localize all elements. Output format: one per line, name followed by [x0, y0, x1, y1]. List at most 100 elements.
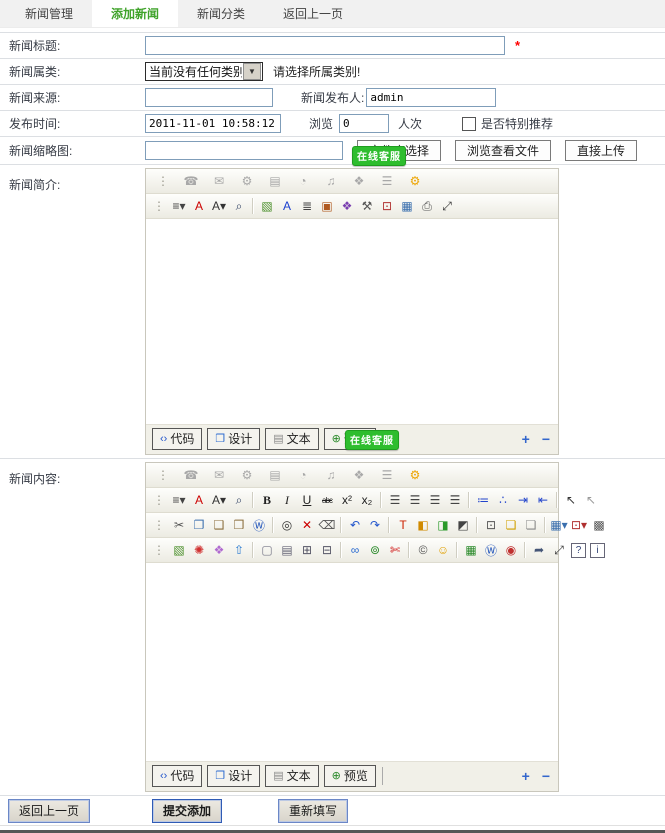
erase-icon[interactable]: ⌫ [317, 515, 337, 535]
tab-add-news[interactable]: 添加新闻 [92, 0, 178, 27]
publisher-input[interactable] [366, 88, 496, 107]
fill-color-icon[interactable]: ◧ [413, 515, 433, 535]
category-select[interactable]: 当前没有任何类别 ▼ [145, 62, 263, 81]
help-icon[interactable]: ? [571, 543, 586, 558]
edit-image-icon[interactable]: ▧ [257, 196, 277, 216]
cut-icon[interactable]: ✂ [169, 515, 189, 535]
unordered-list-icon[interactable]: ∴ [493, 490, 513, 510]
tab-news-manage[interactable]: 新闻管理 [6, 0, 92, 27]
news-title-input[interactable] [145, 36, 505, 55]
editor-tab-text[interactable]: ▤文本 [265, 765, 318, 787]
calendar-icon[interactable]: ⊞ [297, 540, 317, 560]
editor-tab-text[interactable]: ▤文本 [265, 428, 318, 450]
emoticon-icon[interactable]: ☺ [433, 540, 453, 560]
toolbar-grip[interactable]: ⋮ [149, 196, 169, 216]
toolbar-grip[interactable]: ⋮ [149, 490, 169, 510]
editor-tab-design[interactable]: ❐设计 [207, 765, 260, 787]
summary-editor-canvas[interactable] [146, 219, 558, 425]
paste-text-icon[interactable]: ❒ [229, 515, 249, 535]
toolbar-grip[interactable]: ⋮ [149, 540, 169, 560]
align-right-icon[interactable]: ☰ [425, 490, 445, 510]
toolbar-grip[interactable]: ⋮ [153, 171, 173, 191]
recommend-checkbox[interactable] [462, 117, 476, 131]
online-service-badge[interactable]: 在线客服 [352, 146, 406, 166]
panel-icon[interactable]: ▤ [265, 171, 285, 191]
select-cursor-icon[interactable]: ↖ [561, 490, 581, 510]
clock-icon[interactable]: ◔ [293, 465, 313, 485]
gauge-icon[interactable]: ◉ [501, 540, 521, 560]
phone-icon[interactable]: ☎ [181, 465, 201, 485]
expand-editor-icon[interactable]: + [522, 769, 530, 783]
thumbnail-input[interactable] [145, 141, 343, 160]
editor-tab-design[interactable]: ❐设计 [207, 428, 260, 450]
zoom-icon[interactable]: ⌕ [229, 196, 249, 216]
frame-select-icon[interactable]: ⊡ [481, 515, 501, 535]
tools-icon[interactable]: ⚒ [357, 196, 377, 216]
editor-tab-code[interactable]: ‹›代码 [152, 428, 202, 450]
justify-icon[interactable]: ☰ [445, 490, 465, 510]
submit-add-button[interactable]: 提交添加 [152, 799, 222, 823]
zoom-icon[interactable]: ⌕ [229, 490, 249, 510]
excel-import-icon[interactable]: ▦ [461, 540, 481, 560]
web-link-icon[interactable]: ∞ [345, 540, 365, 560]
node-diagram-icon[interactable]: ❖ [337, 196, 357, 216]
underline-icon[interactable]: U [297, 490, 317, 510]
editor-tab-code[interactable]: ‹›代码 [152, 765, 202, 787]
insert-template-icon[interactable]: ≣ [297, 196, 317, 216]
paste-word-icon[interactable]: Ⓦ [249, 515, 269, 535]
font-size-icon[interactable]: A▾ [209, 196, 229, 216]
bg-color-icon[interactable]: ◨ [433, 515, 453, 535]
subscript-icon[interactable]: x₂ [357, 490, 377, 510]
superscript-icon[interactable]: x² [337, 490, 357, 510]
copyright-icon[interactable]: © [413, 540, 433, 560]
editor-tab-preview[interactable]: ⊕预览 [324, 765, 376, 787]
paste-icon[interactable]: ❑ [209, 515, 229, 535]
dashed-box-icon[interactable]: ⊡ [377, 196, 397, 216]
browse-file-button[interactable]: 浏览查看文件 [455, 140, 551, 161]
bold-icon[interactable]: B [257, 490, 277, 510]
remove-link-icon[interactable]: ✄ [385, 540, 405, 560]
publish-time-input[interactable] [145, 114, 281, 133]
news-source-input[interactable] [145, 88, 273, 107]
undo-icon[interactable]: ↶ [345, 515, 365, 535]
reset-button[interactable]: 重新填写 [278, 799, 348, 823]
word-import-icon[interactable]: Ⓦ [481, 540, 501, 560]
shapes-icon[interactable]: ❖ [349, 465, 369, 485]
collapse-editor-icon[interactable]: − [542, 432, 550, 446]
print-icon[interactable]: ⎙ [417, 196, 437, 216]
text-color-icon[interactable]: T [393, 515, 413, 535]
font-size-icon[interactable]: A▾ [209, 490, 229, 510]
settings-gear-icon[interactable]: ⚙ [405, 171, 425, 191]
tab-news-category[interactable]: 新闻分类 [178, 0, 264, 27]
indent-icon[interactable]: ⇥ [513, 490, 533, 510]
grid-icon[interactable]: ▩ [589, 515, 609, 535]
hyperlink-icon[interactable]: ⊚ [365, 540, 385, 560]
back-button[interactable]: 返回上一页 [8, 799, 90, 823]
insert-image-icon[interactable]: ▧ [169, 540, 189, 560]
new-window-icon[interactable]: ⤢ [549, 540, 569, 560]
flash-icon[interactable]: ✺ [189, 540, 209, 560]
outdent-icon[interactable]: ⇤ [533, 490, 553, 510]
insert-photo-icon[interactable]: ▣ [317, 196, 337, 216]
content-editor-canvas[interactable] [146, 563, 558, 762]
maximize-icon[interactable]: ⤢ [437, 196, 457, 216]
collapse-editor-icon[interactable]: − [542, 769, 550, 783]
style-list-icon[interactable]: ≡▾ [169, 490, 189, 510]
export-doc-icon[interactable]: ➦ [529, 540, 549, 560]
toolbar-grip[interactable]: ⋮ [153, 465, 173, 485]
headset-icon[interactable]: ♫ [321, 465, 341, 485]
tab-go-back[interactable]: 返回上一页 [264, 0, 362, 27]
style-list-icon[interactable]: ≡▾ [169, 196, 189, 216]
media-icon[interactable]: ❖ [209, 540, 229, 560]
outline-icon[interactable]: ☰ [377, 171, 397, 191]
online-service-badge[interactable]: 在线客服 [345, 430, 399, 450]
gear-icon[interactable]: ⚙ [237, 465, 257, 485]
expand-editor-icon[interactable]: + [522, 432, 530, 446]
new-doc-icon[interactable]: ▢ [257, 540, 277, 560]
send-back-icon[interactable]: ❏ [521, 515, 541, 535]
text-field-icon[interactable]: ⊟ [317, 540, 337, 560]
direct-upload-button[interactable]: 直接上传 [565, 140, 637, 161]
outline-icon[interactable]: ☰ [377, 465, 397, 485]
bring-front-icon[interactable]: ❏ [501, 515, 521, 535]
font-style-icon[interactable]: A [277, 196, 297, 216]
